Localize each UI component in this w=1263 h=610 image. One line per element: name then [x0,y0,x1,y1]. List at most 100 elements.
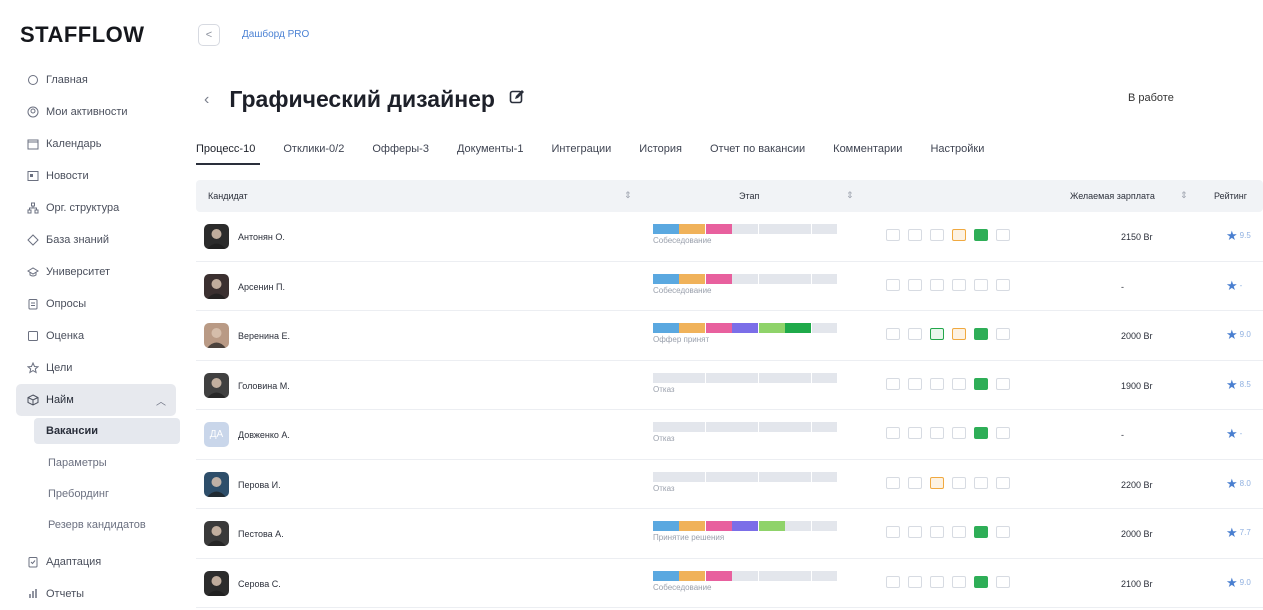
sidebar-item-university[interactable]: Университет [20,256,184,288]
sidebar-item-calendar[interactable]: Календарь [20,128,184,160]
document-icon[interactable] [952,377,966,390]
tab-comments[interactable]: Комментарии [833,143,902,163]
id-card-icon[interactable] [974,427,988,439]
mail-icon[interactable] [930,526,944,538]
calendar-icon[interactable] [996,575,1010,588]
note-icon[interactable] [886,476,900,489]
table-row[interactable]: Антонян О. Собеседование 2150 Br ★ 9.5 [196,212,1263,262]
table-row[interactable]: Арсенин П. Собеседование - ★ - [196,262,1263,311]
rating[interactable]: ★ 9.0 [1226,327,1251,343]
sidebar-subitem-candidate-reserve[interactable]: Резерв кандидатов [20,509,184,540]
column-header-stage[interactable]: Этап [739,191,759,201]
document-icon[interactable] [952,526,966,538]
document-icon[interactable] [952,575,966,588]
mail-icon[interactable] [930,328,944,340]
tab-vacancy-report[interactable]: Отчет по вакансии [710,143,805,163]
mail-icon[interactable] [930,278,944,291]
sidebar-item-hiring[interactable]: Найм ︿ [16,384,176,416]
back-arrow-icon[interactable]: ‹ [204,91,209,109]
candidate-name[interactable]: Веренина Е. [238,331,290,341]
id-card-icon[interactable] [974,575,988,588]
user-icon[interactable] [908,229,922,241]
mail-icon[interactable] [930,229,944,241]
id-card-icon[interactable] [974,377,988,390]
rating[interactable]: ★ 8.5 [1226,377,1251,393]
sort-icon[interactable]: ⇕ [846,190,854,201]
sidebar-item-news[interactable]: Новости [20,160,184,192]
note-icon[interactable] [886,575,900,588]
tab-history[interactable]: История [639,143,682,163]
mail-icon[interactable] [930,575,944,588]
user-icon[interactable] [908,476,922,489]
mail-icon[interactable] [930,427,944,439]
table-row[interactable]: ДА Довженко А. Отказ - ★ - [196,410,1263,460]
note-icon[interactable] [886,328,900,340]
candidate-name[interactable]: Головина М. [238,381,290,391]
chevron-up-icon[interactable]: ︿ [156,393,166,408]
sidebar-subitem-preboarding[interactable]: Пребординг [20,478,184,509]
document-icon[interactable] [952,229,966,241]
rating[interactable]: ★ - [1226,426,1242,442]
note-icon[interactable] [886,526,900,538]
sort-icon[interactable]: ⇕ [1180,190,1188,201]
status-select[interactable]: В работе [1128,92,1174,104]
table-row[interactable]: Веренина Е. Оффер принят 2000 Br ★ 9.0 [196,311,1263,361]
candidate-name[interactable]: Антонян О. [238,232,285,242]
mail-icon[interactable] [930,377,944,390]
tab-offers[interactable]: Офферы-3 [372,143,429,163]
collapse-sidebar-button[interactable]: < [198,24,220,46]
table-row[interactable]: Пестова А. Принятие решения 2000 Br ★ 7.7 [196,509,1263,559]
sidebar-item-reports[interactable]: Отчеты [20,578,184,610]
calendar-icon[interactable] [996,328,1010,340]
tab-documents[interactable]: Документы-1 [457,143,523,163]
rating[interactable]: ★ 7.7 [1226,525,1251,541]
id-card-icon[interactable] [974,476,988,489]
user-icon[interactable] [908,427,922,439]
user-icon[interactable] [908,526,922,538]
column-header-candidate[interactable]: Кандидат [208,191,248,201]
rating[interactable]: ★ 9.5 [1226,228,1251,244]
note-icon[interactable] [886,278,900,291]
sidebar-item-org-structure[interactable]: Орг. структура [20,192,184,224]
sort-icon[interactable]: ⇕ [624,190,632,201]
column-header-salary[interactable]: Желаемая зарплата [1070,191,1155,201]
table-row[interactable]: Головина М. Отказ 1900 Br ★ 8.5 [196,361,1263,410]
column-header-rating[interactable]: Рейтинг [1214,191,1247,201]
id-card-icon[interactable] [974,526,988,538]
document-icon[interactable] [952,278,966,291]
sidebar-item-home[interactable]: Главная [20,64,184,96]
mail-icon[interactable] [930,476,944,489]
calendar-icon[interactable] [996,377,1010,390]
candidate-name[interactable]: Арсенин П. [238,282,285,292]
calendar-icon[interactable] [996,476,1010,489]
candidate-name[interactable]: Пестова А. [238,529,284,539]
sidebar-item-surveys[interactable]: Опросы [20,288,184,320]
note-icon[interactable] [886,229,900,241]
breadcrumb[interactable]: Дашборд PRO [242,29,309,40]
table-row[interactable]: Перова И. Отказ 2200 Br ★ 8.0 [196,460,1263,509]
calendar-icon[interactable] [996,427,1010,439]
sidebar-item-activity[interactable]: Мои активности [20,96,184,128]
user-icon[interactable] [908,328,922,340]
sidebar-item-knowledge-base[interactable]: База знаний [20,224,184,256]
note-icon[interactable] [886,377,900,390]
sidebar-item-goals[interactable]: Цели [20,352,184,384]
user-icon[interactable] [908,575,922,588]
rating[interactable]: ★ 9.0 [1226,575,1251,591]
user-icon[interactable] [908,278,922,291]
rating[interactable]: ★ 8.0 [1226,476,1251,492]
id-card-icon[interactable] [974,278,988,291]
candidate-name[interactable]: Серова С. [238,579,281,589]
calendar-icon[interactable] [996,229,1010,241]
id-card-icon[interactable] [974,229,988,241]
sidebar-subitem-vacancies[interactable]: Вакансии [34,418,180,444]
sidebar-item-evaluation[interactable]: Оценка [20,320,184,352]
user-icon[interactable] [908,377,922,390]
calendar-icon[interactable] [996,526,1010,538]
sidebar-item-adaptation[interactable]: Адаптация [20,546,184,578]
rating[interactable]: ★ - [1226,278,1242,294]
id-card-icon[interactable] [974,328,988,340]
note-icon[interactable] [886,427,900,439]
document-icon[interactable] [952,328,966,340]
sidebar-subitem-parameters[interactable]: Параметры [20,447,184,478]
